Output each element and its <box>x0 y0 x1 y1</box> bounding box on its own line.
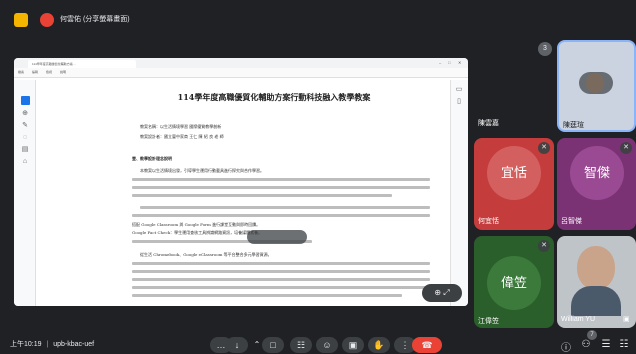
mic-off-icon: ✕ <box>538 240 550 252</box>
document-title: 114學年度高職優質化輔助方案行動科技融入教學教案 <box>177 92 371 102</box>
text-line <box>132 270 430 273</box>
text-line <box>132 178 430 181</box>
chat-icon: ☰ <box>601 339 611 350</box>
document-meta-line: 教案名稱：以生活情境學習 國際優質教學創新 <box>140 124 222 129</box>
info-icon: ⓘ <box>561 343 571 354</box>
separator: | <box>46 341 49 348</box>
zoom-and-expand-controls[interactable]: ⊕ ⤢ <box>422 284 462 302</box>
participant-tile[interactable]: ✕ 宜恬 何宜恬 <box>474 138 554 230</box>
paragraph-line: 搭配 Google Classroom 與 Google Form 進行課堂互動… <box>132 222 261 227</box>
shape-tool-icon: ▤ <box>21 146 29 153</box>
paragraph-line: 從生活 Chromebook、Google eClassroom 等平台整合多元… <box>140 252 272 257</box>
participant-tile[interactable]: ✕ 智傑 呂智傑 <box>557 138 636 230</box>
select-tool-icon <box>21 96 30 105</box>
mic-options-chevron-icon[interactable]: ⌃ <box>252 337 262 353</box>
self-video-feed <box>586 73 604 93</box>
bookmark-icon: ▯ <box>457 98 461 105</box>
presenter-label: 何雲佑 (分享螢幕畫面) <box>60 16 130 23</box>
participant-tile[interactable]: 陳雲嘉 <box>474 58 551 130</box>
participants-count-badge: 7 <box>587 330 597 340</box>
activities-button[interactable]: ☷ <box>618 339 630 350</box>
floating-share-controls[interactable] <box>247 230 307 244</box>
meeting-details-button[interactable]: ⓘ <box>560 339 572 354</box>
participant-name: 陳莛瑄 <box>563 122 584 129</box>
pin-icon[interactable]: ▣ <box>623 315 631 323</box>
participant-avatar: 智傑 <box>570 146 624 200</box>
text-line <box>132 286 430 289</box>
participant-tile[interactable]: William YU ▣ <box>557 236 636 328</box>
zoom-icon[interactable]: ⊕ <box>434 288 441 297</box>
minimize-icon: – <box>439 60 442 65</box>
browser-tab-bar: 114學年度高職優質化輔助方案… – □ ✕ <box>14 58 468 68</box>
emoji-button[interactable]: ☺ <box>316 337 338 353</box>
chat-button[interactable]: ☰ <box>600 339 612 350</box>
document-meta-line: 教案設計者：國立臺中家商 王仁 陳 紹 良 老 師 <box>140 134 224 139</box>
camera-button[interactable]: □ <box>262 337 284 353</box>
text-line <box>132 262 430 265</box>
emoji-icon: ☺ <box>322 340 332 350</box>
people-button[interactable]: ⚇ <box>580 339 592 350</box>
activities-icon: ☷ <box>619 339 629 350</box>
captions-button[interactable]: ☷ <box>290 337 312 353</box>
participant-video-feed <box>571 286 621 316</box>
captions-icon: ☷ <box>296 340 306 350</box>
people-icon: ⚇ <box>581 339 591 350</box>
close-icon: ✕ <box>458 60 462 65</box>
meeting-info: 上午10:19 | upb-kbac-uef <box>10 339 94 349</box>
participant-video-feed <box>577 246 615 290</box>
leave-call-button[interactable]: ☎ <box>412 337 442 353</box>
text-line <box>132 186 430 189</box>
menu-item: 檔案 <box>18 70 25 74</box>
participant-name: 何宜恬 <box>478 218 499 225</box>
participant-tile[interactable]: ✕ 偉笠 江偉笠 <box>474 236 554 328</box>
more-vert-icon: ⋮ <box>400 340 410 350</box>
paragraph-line: 本教案以生活情境出發，引導學生運用行動載具進行探究與合作學習。 <box>140 168 264 173</box>
expand-icon[interactable]: ⤢ <box>443 288 449 297</box>
maximize-icon: □ <box>448 60 451 65</box>
text-line <box>132 194 392 197</box>
raise-hand-button[interactable]: ✋ <box>368 337 390 353</box>
presenting-indicator-icon <box>40 13 54 27</box>
participant-name: 江偉笠 <box>478 318 499 325</box>
present-button[interactable]: ▣ <box>342 337 364 353</box>
meeting-code: upb-kbac-uef <box>53 341 95 348</box>
meet-logo-icon <box>14 13 28 27</box>
menu-item: 檢視 <box>46 70 53 74</box>
menu-item: 編輯 <box>32 70 39 74</box>
present-icon: ▣ <box>348 340 358 350</box>
mic-off-icon: ✕ <box>538 142 550 154</box>
text-line <box>132 214 430 217</box>
menu-bar: 檔案 編輯 檢視 說明 <box>14 68 468 78</box>
participant-avatar: 宜恬 <box>487 146 541 200</box>
section-heading: 壹、教學設計理念說明 <box>132 156 172 161</box>
highlight-tool-icon: ◌ <box>22 134 28 141</box>
text-line <box>140 206 430 209</box>
text-line <box>132 294 402 297</box>
mic-off-icon: ✕ <box>620 142 632 154</box>
top-bar: 何雲佑 (分享螢幕畫面) <box>0 0 636 40</box>
participant-avatar: 偉笠 <box>487 256 541 310</box>
text-line <box>132 278 430 281</box>
page-icon: ▭ <box>455 86 463 93</box>
participant-name: William YU <box>561 316 596 323</box>
current-time: 上午10:19 <box>10 341 42 348</box>
others-count-badge[interactable]: 3 <box>538 42 552 56</box>
hangup-icon: ☎ <box>421 340 433 350</box>
participant-name: 呂智傑 <box>561 218 582 225</box>
zoom-tool-icon: ⊕ <box>22 110 28 117</box>
camera-icon: □ <box>270 340 276 350</box>
menu-item: 說明 <box>60 70 67 74</box>
raise-hand-icon: ✋ <box>373 340 385 350</box>
pen-tool-icon: ✎ <box>22 122 28 129</box>
pdf-right-toolbar <box>450 80 468 306</box>
browser-tab: 114學年度高職優質化輔助方案… <box>28 60 136 68</box>
participant-name: 陳雲嘉 <box>478 120 499 127</box>
stamp-tool-icon: ⌂ <box>22 158 28 165</box>
participant-tile-self[interactable]: 陳莛瑄 <box>557 40 636 132</box>
mic-icon: ↓ <box>234 340 240 350</box>
shared-screen: 114學年度高職優質化輔助方案… – □ ✕ 檔案 編輯 檢視 說明 ⊕ ✎ ◌… <box>14 58 468 306</box>
mic-button[interactable]: ↓ <box>226 337 248 353</box>
